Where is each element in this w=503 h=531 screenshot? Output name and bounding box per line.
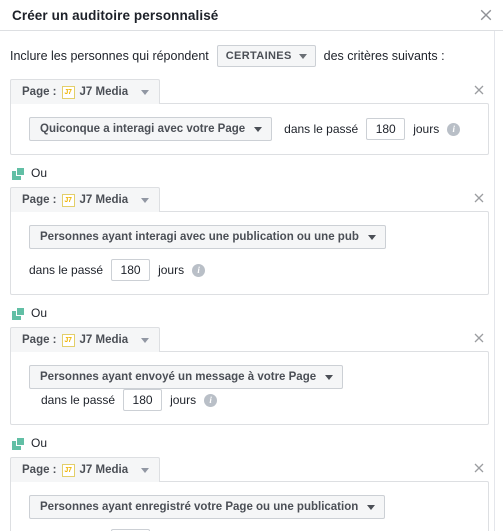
or-label: Ou — [31, 166, 48, 180]
or-label: Ou — [31, 436, 48, 450]
page-source-tab[interactable]: Page : J7 Media — [10, 79, 160, 104]
criteria-panel: Personnes ayant enregistré votre Page ou… — [10, 481, 489, 531]
criteria-block: Page : J7 Media Quiconque a interagi ave… — [10, 79, 489, 155]
page-tab-name: J7 Media — [79, 464, 129, 476]
chevron-down-icon — [254, 126, 263, 132]
page-tab-prefix: Page : — [22, 194, 57, 206]
j7-media-logo — [61, 333, 75, 347]
or-separator: Ou — [10, 299, 489, 327]
match-type-value: CERTAINES — [225, 50, 292, 62]
criteria-rule-select[interactable]: Personnes ayant envoyé un message à votr… — [29, 365, 344, 389]
criteria-panel: Personnes ayant interagi avec une public… — [10, 211, 489, 295]
j7-media-logo — [61, 85, 75, 99]
retention-group: dans le passé jours i — [41, 389, 218, 411]
criteria-rule-row: Personnes ayant enregistré votre Page ou… — [29, 495, 476, 531]
page-source-tab[interactable]: Page : J7 Media — [10, 187, 160, 212]
info-icon[interactable]: i — [192, 263, 206, 277]
criteria-panel: Quiconque a interagi avec votre Page dan… — [10, 103, 489, 155]
criteria-rule-value: Personnes ayant enregistré votre Page ou… — [40, 501, 359, 513]
create-custom-audience-dialog: Créer un auditoire personnalisé Inclure … — [0, 0, 503, 531]
remove-criteria-button[interactable] — [472, 191, 486, 205]
criteria-block: Page : J7 Media Personnes ayant enregist… — [10, 457, 489, 531]
criteria-rule-select[interactable]: Quiconque a interagi avec votre Page — [29, 117, 273, 141]
criteria-rule-row: Personnes ayant interagi avec une public… — [29, 225, 476, 281]
chevron-down-icon — [367, 504, 376, 510]
layers-filled-icon — [12, 306, 25, 320]
retention-days-input[interactable] — [123, 389, 163, 411]
close-icon[interactable] — [478, 7, 494, 23]
chevron-down-icon — [141, 89, 149, 95]
criteria-panel: Personnes ayant envoyé un message à votr… — [10, 351, 489, 425]
page-tab-prefix: Page : — [22, 86, 57, 98]
include-people-row: Inclure les personnes qui répondent CERT… — [10, 31, 489, 79]
match-type-select[interactable]: CERTAINES — [216, 45, 316, 67]
intro-text-after: des critères suivants : — [323, 49, 445, 63]
chevron-down-icon — [325, 374, 334, 380]
chevron-down-icon — [141, 467, 149, 473]
remove-criteria-button[interactable] — [472, 83, 486, 97]
retention-group: dans le passé jours i — [284, 118, 461, 140]
retention-prefix: dans le passé — [284, 122, 359, 136]
page-tab-prefix: Page : — [22, 334, 57, 346]
or-separator: Ou — [10, 429, 489, 457]
criteria-tab-row: Page : J7 Media — [10, 457, 489, 482]
criteria-tab-row: Page : J7 Media — [10, 187, 489, 212]
info-icon[interactable]: i — [447, 122, 461, 136]
remove-criteria-button[interactable] — [472, 331, 486, 345]
page-tab-name: J7 Media — [79, 194, 129, 206]
or-separator: Ou — [10, 159, 489, 187]
criteria-rule-value: Personnes ayant interagi avec une public… — [40, 231, 359, 243]
criteria-tab-row: Page : J7 Media — [10, 327, 489, 352]
chevron-down-icon — [367, 234, 376, 240]
page-source-tab[interactable]: Page : J7 Media — [10, 327, 160, 352]
criteria-rule-row: Personnes ayant envoyé un message à votr… — [29, 365, 476, 411]
criteria-block: Page : J7 Media Personnes ayant interagi… — [10, 187, 489, 295]
page-source-tab[interactable]: Page : J7 Media — [10, 457, 160, 482]
page-title: Créer un auditoire personnalisé — [12, 7, 219, 23]
criteria-rule-select[interactable]: Personnes ayant interagi avec une public… — [29, 225, 386, 249]
retention-unit: jours — [170, 393, 197, 407]
criteria-rule-value: Personnes ayant envoyé un message à votr… — [40, 371, 317, 383]
criteria-rule-value: Quiconque a interagi avec votre Page — [40, 123, 246, 135]
remove-criteria-button[interactable] — [472, 461, 486, 475]
criteria-tab-row: Page : J7 Media — [10, 79, 489, 104]
or-label: Ou — [31, 306, 48, 320]
retention-prefix: dans le passé — [41, 393, 116, 407]
scrollbar[interactable] — [494, 31, 501, 531]
retention-days-input[interactable] — [111, 259, 151, 281]
criteria-block: Page : J7 Media Personnes ayant envoyé u… — [10, 327, 489, 425]
j7-media-logo — [61, 193, 75, 207]
layers-filled-icon — [12, 166, 25, 180]
page-tab-prefix: Page : — [22, 464, 57, 476]
chevron-down-icon — [298, 53, 307, 59]
page-tab-name: J7 Media — [79, 86, 129, 98]
criteria-rule-row: Quiconque a interagi avec votre Page dan… — [29, 117, 476, 141]
info-icon[interactable]: i — [204, 393, 218, 407]
chevron-down-icon — [141, 197, 149, 203]
j7-media-logo — [61, 463, 75, 477]
chevron-down-icon — [141, 337, 149, 343]
retention-unit: jours — [413, 122, 440, 136]
intro-text-before: Inclure les personnes qui répondent — [10, 49, 209, 63]
layers-filled-icon — [12, 436, 25, 450]
dialog-header: Créer un auditoire personnalisé — [0, 0, 503, 31]
retention-group: dans le passé jours i — [29, 259, 206, 281]
dialog-body: Inclure les personnes qui répondent CERT… — [0, 31, 503, 531]
page-tab-name: J7 Media — [79, 334, 129, 346]
retention-days-input[interactable] — [366, 118, 406, 140]
retention-unit: jours — [158, 263, 185, 277]
criteria-rule-select[interactable]: Personnes ayant enregistré votre Page ou… — [29, 495, 386, 519]
retention-prefix: dans le passé — [29, 263, 104, 277]
